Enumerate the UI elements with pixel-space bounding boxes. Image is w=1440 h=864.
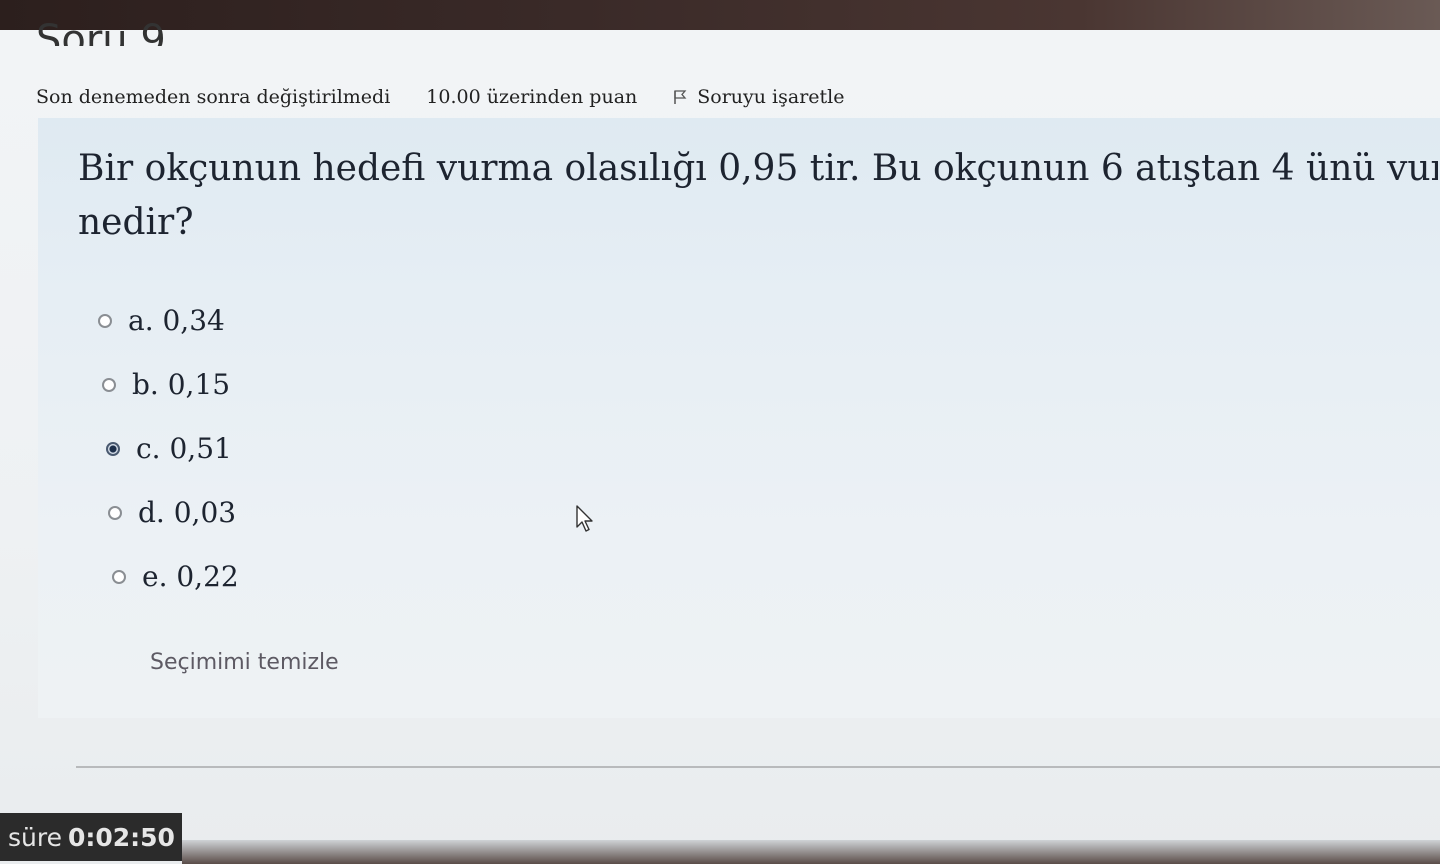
- answer-option-c[interactable]: c. 0,51: [106, 432, 232, 465]
- timer: süre 0:02:50: [0, 813, 182, 861]
- answer-option-e[interactable]: e. 0,22: [112, 560, 239, 593]
- mouse-pointer-icon: [576, 505, 596, 533]
- answer-d-radio[interactable]: [108, 505, 122, 520]
- answer-a-radio[interactable]: [98, 313, 112, 328]
- question-grade: 10.00 üzerinden puan: [426, 86, 638, 108]
- answer-c-label: c. 0,51: [136, 432, 232, 465]
- answer-option-d[interactable]: d. 0,03: [108, 496, 236, 529]
- flag-icon: [673, 89, 687, 105]
- question-number-heading: Soru 9: [36, 20, 166, 46]
- flag-question-label: Soruyu işaretle: [697, 86, 845, 108]
- question-text-line-1: Bir okçunun hedefi vurma olasılığı 0,95 …: [78, 148, 1438, 189]
- timer-value: 0:02:50: [67, 822, 175, 852]
- answer-a-label: a. 0,34: [128, 304, 225, 337]
- question-state: Son denemeden sonra değiştirilmedi: [36, 86, 391, 108]
- answer-e-radio[interactable]: [112, 569, 126, 584]
- timer-label: süre: [8, 822, 62, 852]
- answer-option-a[interactable]: a. 0,34: [98, 304, 225, 337]
- divider: [76, 766, 1440, 768]
- question-text-line-2: nedir?: [78, 202, 194, 243]
- question-box: Bir okçunun hedefi vurma olasılığı 0,95 …: [38, 118, 1440, 718]
- answer-option-b[interactable]: b. 0,15: [102, 368, 230, 401]
- question-text: Bir okçunun hedefi vurma olasılığı 0,95 …: [78, 142, 1438, 250]
- question-info-bar: Son denemeden sonra değiştirilmedi 10.00…: [36, 82, 845, 112]
- clear-choice-link[interactable]: Seçimimi temizle: [150, 650, 339, 675]
- answer-c-radio[interactable]: [106, 441, 120, 456]
- answer-e-label: e. 0,22: [142, 560, 239, 593]
- answer-b-label: b. 0,15: [132, 368, 231, 401]
- screen-bezel: [182, 840, 1440, 864]
- answer-d-label: d. 0,03: [138, 496, 237, 529]
- flag-question-link[interactable]: Soruyu işaretle: [673, 86, 845, 108]
- answer-b-radio[interactable]: [102, 377, 116, 392]
- quiz-screen: Soru 9 Son denemeden sonra değiştirilmed…: [0, 20, 1440, 864]
